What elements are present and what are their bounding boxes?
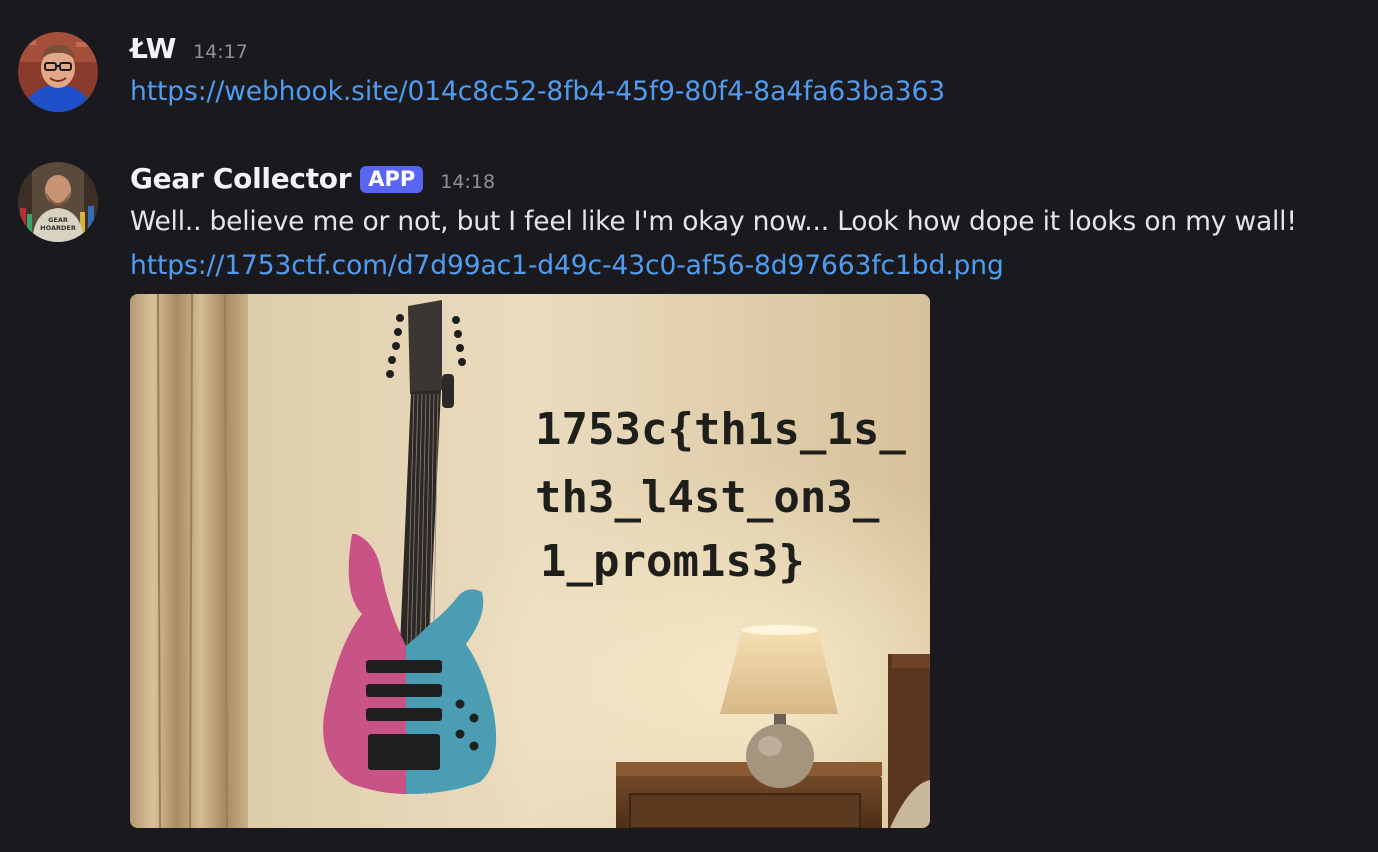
app-badge: APP [360, 166, 424, 193]
author-name[interactable]: Gear Collector [130, 162, 352, 195]
message-link[interactable]: https://webhook.site/014c8c52-8fb4-45f9-… [130, 76, 945, 107]
lamp-base [746, 724, 814, 788]
shirt-text-line-2: HOARDER [40, 224, 76, 232]
graffiti-line-3: 1_prom1s3} [540, 536, 805, 587]
chat-message-list: ŁW 14:17 https://webhook.site/014c8c52-8… [0, 0, 1378, 852]
avatar-gear-collector[interactable]: GEAR HOARDER [18, 162, 98, 242]
message-timestamp[interactable]: 14:18 [440, 171, 495, 193]
message-link[interactable]: https://1753ctf.com/d7d99ac1-d49c-43c0-a… [130, 250, 1004, 281]
graffiti-line-2: th3_l4st_on3_ [535, 472, 880, 523]
user-photo-avatar-icon [18, 32, 98, 112]
image-attachment[interactable]: 1753c{th1s_1s_ th3_l4st_on3_ 1_prom1s3} [130, 294, 930, 828]
bot-photo-avatar-icon: GEAR HOARDER [18, 162, 98, 242]
message-header: Gear Collector APP 14:18 [130, 162, 495, 195]
message-timestamp[interactable]: 14:17 [193, 41, 248, 63]
message-header: ŁW 14:17 [130, 32, 248, 65]
author-name[interactable]: ŁW [130, 32, 176, 65]
guitar-wall-photo: 1753c{th1s_1s_ th3_l4st_on3_ 1_prom1s3} [130, 294, 930, 828]
curtain [130, 294, 248, 828]
graffiti-line-1: 1753c{th1s_1s_ [535, 404, 906, 455]
message-text: Well.. believe me or not, but I feel lik… [130, 206, 1297, 237]
avatar-lw[interactable] [18, 32, 98, 112]
shirt-text-line-1: GEAR [48, 216, 68, 224]
guitar-headstock [408, 300, 442, 394]
